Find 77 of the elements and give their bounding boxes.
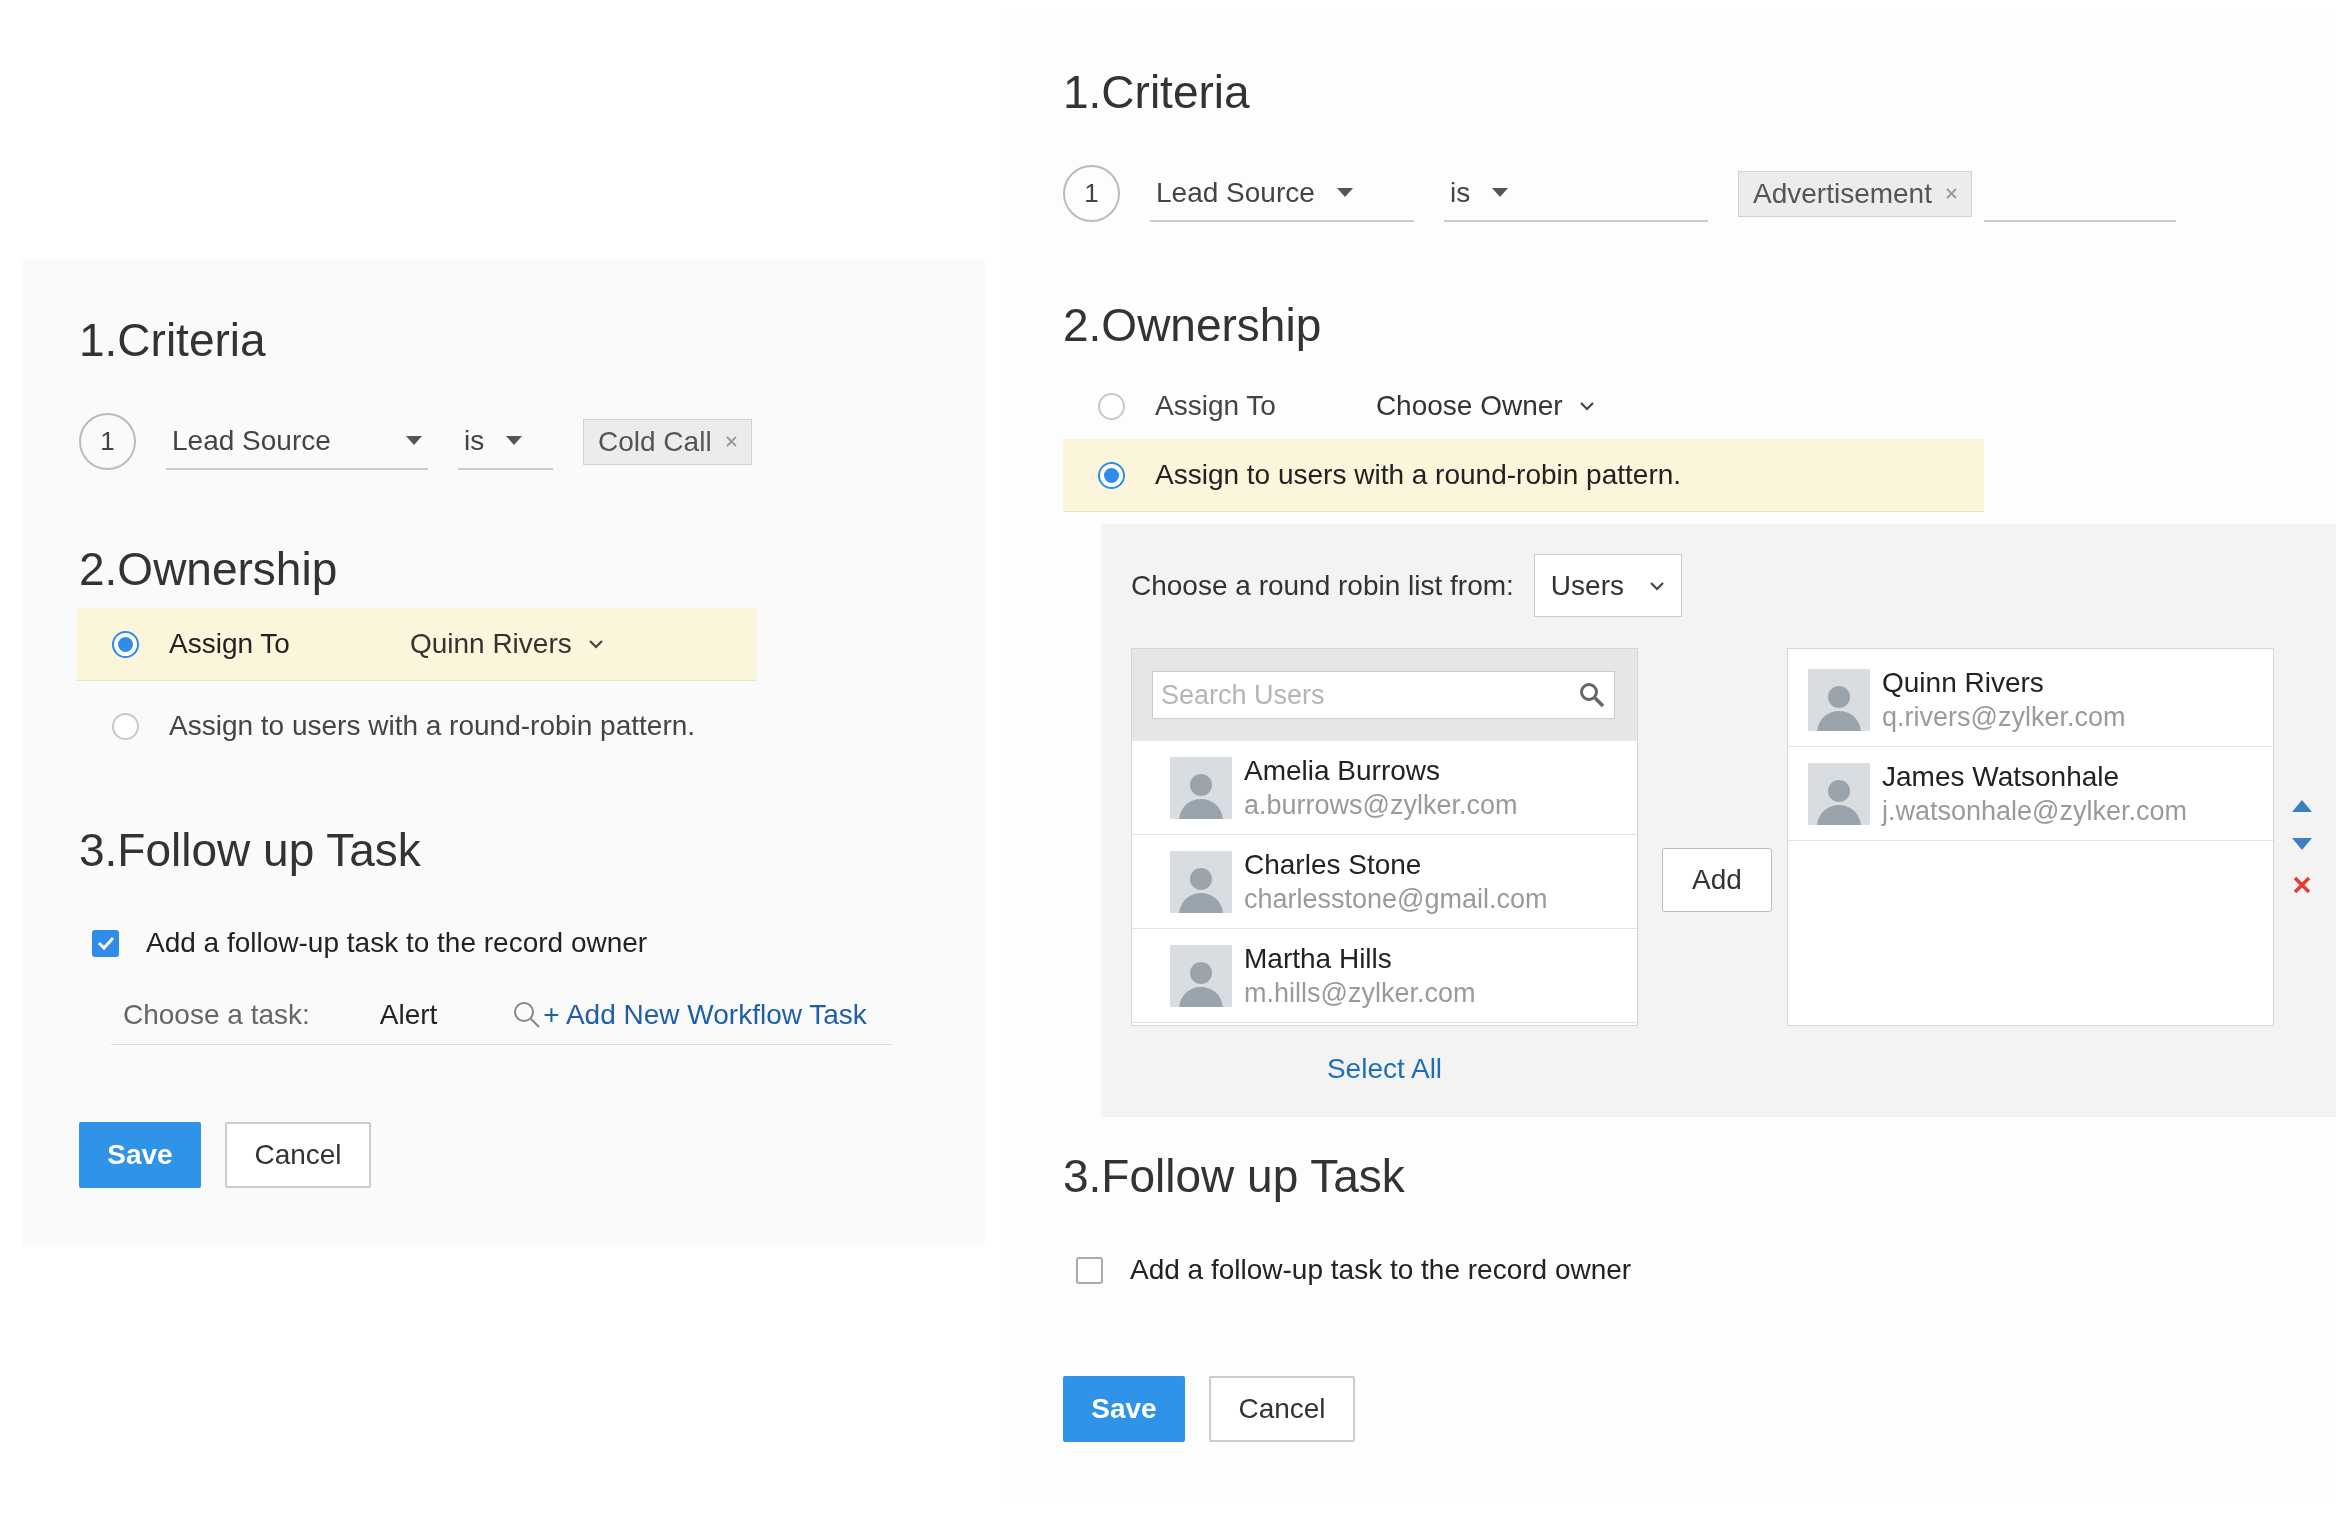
move-down-icon[interactable] — [2292, 838, 2312, 850]
option-label: Assign to users with a round-robin pattern. — [1155, 458, 1682, 492]
checkbox[interactable] — [1076, 1256, 1103, 1284]
ownership-option[interactable]: Assign To Quinn Rivers — [77, 608, 757, 681]
cancel-button[interactable]: Cancel — [225, 1122, 371, 1188]
checkbox-label: Add a follow-up task to the record owner — [146, 926, 648, 960]
close-icon[interactable] — [1945, 188, 1957, 199]
close-icon[interactable] — [725, 436, 737, 447]
row-number: 1 — [79, 413, 136, 470]
option-label: Assign to users with a round-robin pattern. — [169, 709, 696, 743]
task-value: Alert — [379, 997, 438, 1032]
user-list-item[interactable]: James Watsonhale j.watsonhale@zylker.com — [1788, 747, 2273, 841]
select-all-link[interactable]: Select All — [1326, 1048, 1443, 1090]
search-field[interactable]: Search Users — [1152, 671, 1615, 719]
user-list-item[interactable]: Charles Stone charlesstone@gmail.com — [1132, 835, 1637, 929]
user-email: q.rivers@zylker.com — [1882, 700, 2126, 734]
caret-icon — [1492, 187, 1509, 198]
search-icon[interactable] — [513, 1000, 542, 1029]
section-heading: 2.Ownership — [1063, 298, 1323, 353]
section-heading: 1.Criteria — [1063, 65, 1251, 120]
avatar-placeholder — [1808, 762, 1870, 825]
caret-icon — [1336, 187, 1353, 198]
list-source-dropdown[interactable]: Users — [1533, 554, 1682, 617]
add-button[interactable]: Add — [1662, 848, 1772, 912]
ownership-option[interactable]: Assign to users with a round-robin pattern. — [77, 695, 757, 757]
user-name: Martha Hills — [1244, 941, 1393, 976]
field-dropdown[interactable]: Lead Source — [1150, 165, 1414, 222]
radio-button[interactable] — [112, 630, 139, 658]
list-source-label: Choose a round robin list from: — [1131, 568, 1514, 603]
user-name: Amelia Burrows — [1244, 753, 1442, 788]
avatar-placeholder — [1170, 756, 1232, 819]
section-heading: 2.Ownership — [79, 542, 339, 597]
radio-button[interactable] — [1098, 392, 1125, 420]
user-email: charlesstone@gmail.com — [1244, 882, 1548, 916]
user-email: m.hills@zylker.com — [1244, 976, 1476, 1010]
owner-dropdown[interactable]: Quinn Rivers — [409, 623, 604, 665]
row-number: 1 — [1063, 165, 1120, 222]
caret-icon — [406, 435, 422, 446]
user-list-item[interactable]: Amelia Burrows a.burrows@zylker.com — [1132, 741, 1637, 835]
task-label: Choose a task: — [123, 997, 310, 1032]
caret-icon — [506, 435, 523, 446]
tag-label: Cold Call — [598, 424, 712, 459]
avatar-placeholder — [1170, 944, 1232, 1007]
ownership-option[interactable]: Assign to users with a round-robin pattern. — [1063, 439, 1984, 512]
user-name: Charles Stone — [1244, 847, 1423, 882]
section-heading: 3.Follow up Task — [79, 823, 422, 878]
section-heading: 1.Criteria — [79, 313, 267, 368]
search-icon[interactable] — [1579, 682, 1605, 708]
user-list-item[interactable]: Quinn Rivers q.rivers@zylker.com — [1788, 653, 2273, 747]
avatar-placeholder — [1808, 668, 1870, 731]
remove-icon[interactable] — [2293, 876, 2311, 894]
operator-dropdown[interactable]: is — [1444, 165, 1708, 222]
radio-button[interactable] — [1098, 461, 1125, 489]
chevron-down-icon — [1578, 401, 1595, 411]
owner-dropdown[interactable]: Choose Owner — [1375, 385, 1595, 427]
user-email: a.burrows@zylker.com — [1244, 788, 1518, 822]
radio-button[interactable] — [112, 712, 139, 740]
user-email: j.watsonhale@zylker.com — [1882, 794, 2188, 828]
field-dropdown[interactable]: Lead Source — [166, 413, 428, 470]
checkmark-icon — [96, 936, 115, 950]
avatar-placeholder — [1170, 850, 1232, 913]
ownership-option[interactable]: Assign To Choose Owner — [1063, 375, 1984, 437]
chevron-down-icon — [587, 639, 604, 649]
user-list-item[interactable]: Martha Hills m.hills@zylker.com — [1132, 929, 1637, 1023]
tag-label: Advertisement — [1753, 176, 1932, 211]
section-heading: 3.Follow up Task — [1063, 1149, 1406, 1204]
cancel-button[interactable]: Cancel — [1209, 1376, 1355, 1442]
option-label: Assign To — [1155, 389, 1276, 423]
operator-dropdown[interactable]: is — [458, 413, 553, 470]
add-task-link[interactable]: + Add New Workflow Task — [543, 993, 867, 1036]
user-name: James Watsonhale — [1882, 759, 2121, 794]
chevron-down-icon — [1648, 580, 1665, 591]
checkbox-label: Add a follow-up task to the record owner — [1130, 1253, 1632, 1287]
user-name: Quinn Rivers — [1882, 665, 2045, 700]
checkbox[interactable] — [92, 929, 119, 957]
move-up-icon[interactable] — [2292, 800, 2312, 812]
option-label: Assign To — [169, 627, 290, 661]
